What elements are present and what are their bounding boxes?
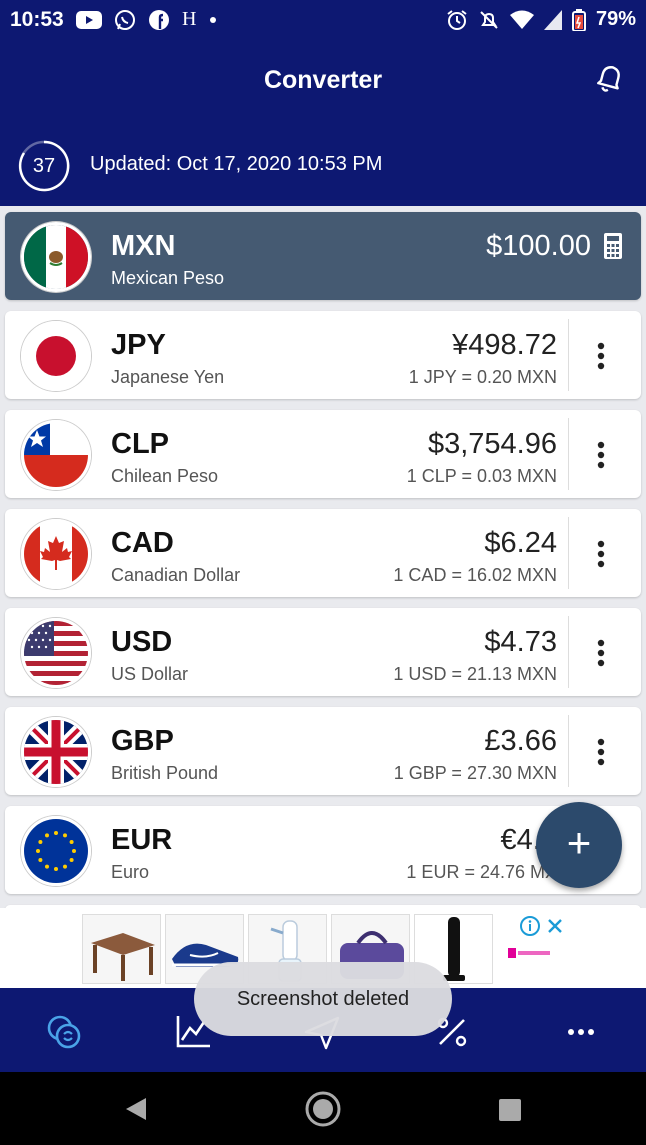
converted-amount[interactable]: $4.73 bbox=[484, 626, 557, 659]
ad-info-icon[interactable] bbox=[520, 916, 540, 936]
divider bbox=[568, 517, 569, 589]
home-icon[interactable] bbox=[304, 1090, 342, 1128]
exchange-rate: 1 GBP = 27.30 MXN bbox=[393, 763, 557, 783]
currency-code: USD bbox=[111, 626, 173, 658]
more-vert-icon[interactable] bbox=[591, 341, 611, 371]
youtube-icon bbox=[76, 10, 102, 29]
h-icon: H bbox=[182, 8, 197, 30]
currency-row-usd[interactable]: USD US Dollar $4.73 1 USD = 21.13 MXN bbox=[5, 608, 641, 696]
chile-flag-icon bbox=[21, 420, 91, 490]
exchange-rate: 1 CLP = 0.03 MXN bbox=[406, 466, 557, 486]
currency-code: CLP bbox=[111, 428, 169, 460]
page-title: Converter bbox=[263, 66, 383, 94]
converted-amount[interactable]: $6.24 bbox=[484, 527, 557, 560]
ad-brand-logo[interactable] bbox=[508, 946, 552, 962]
currency-row-cad[interactable]: CAD Canadian Dollar $6.24 1 CAD = 16.02 … bbox=[5, 509, 641, 597]
converted-amount[interactable]: £3.66 bbox=[484, 725, 557, 758]
notification-icons: H bbox=[76, 8, 218, 31]
alarm-icon bbox=[447, 9, 467, 30]
back-icon[interactable] bbox=[124, 1096, 148, 1122]
eu-flag-icon bbox=[21, 816, 91, 886]
refresh-timer[interactable]: 37 bbox=[18, 140, 70, 192]
facebook-icon bbox=[149, 9, 169, 30]
battery-icon bbox=[571, 8, 586, 31]
currency-row-gbp[interactable]: GBP British Pound £3.66 1 GBP = 27.30 MX… bbox=[5, 707, 641, 795]
canada-flag-icon bbox=[21, 519, 91, 589]
signal-icon bbox=[543, 9, 562, 30]
more-vert-icon[interactable] bbox=[591, 539, 611, 569]
currency-name: Japanese Yen bbox=[111, 367, 225, 387]
currency-code: CAD bbox=[111, 527, 174, 559]
status-bar: 10:53 H 79% bbox=[0, 0, 646, 40]
updated-timestamp: Updated: Oct 17, 2020 10:53 PM bbox=[90, 153, 383, 175]
japan-flag-icon bbox=[21, 321, 91, 391]
currency-code: JPY bbox=[111, 329, 166, 361]
currency-name: Euro bbox=[111, 862, 150, 882]
ad-product-furniture[interactable] bbox=[82, 914, 161, 984]
wifi-icon bbox=[509, 10, 534, 29]
status-time: 10:53 bbox=[10, 8, 64, 31]
currency-row-clp[interactable]: CLP Chilean Peso $3,754.96 1 CLP = 0.03 … bbox=[5, 410, 641, 498]
usa-flag-icon bbox=[21, 618, 91, 688]
calculator-icon[interactable] bbox=[603, 232, 623, 260]
more-vert-icon[interactable] bbox=[591, 737, 611, 767]
currency-row-jpy[interactable]: JPY Japanese Yen ¥498.72 1 JPY = 0.20 MX… bbox=[5, 311, 641, 399]
currency-name: Mexican Peso bbox=[111, 268, 225, 288]
more-vert-icon[interactable] bbox=[591, 638, 611, 668]
currency-code: MXN bbox=[111, 230, 176, 262]
converter-icon[interactable] bbox=[44, 1012, 84, 1052]
app-header: Converter 37 Updated: Oct 17, 2020 10:53… bbox=[0, 40, 646, 206]
bell-icon[interactable] bbox=[594, 62, 624, 96]
exchange-rate: 1 EUR = 24.76 MX bbox=[406, 862, 557, 882]
converted-amount[interactable]: $3,754.96 bbox=[428, 428, 557, 461]
bell-off-icon bbox=[480, 10, 498, 29]
currency-code: EUR bbox=[111, 824, 173, 856]
currency-code: GBP bbox=[111, 725, 174, 757]
exchange-rate: 1 JPY = 0.20 MXN bbox=[408, 367, 557, 387]
divider bbox=[568, 418, 569, 490]
toast-message: Screenshot deleted bbox=[194, 962, 452, 1036]
whatsapp-icon bbox=[115, 9, 135, 30]
system-icons: 79% bbox=[446, 8, 636, 31]
timer-value: 37 bbox=[32, 155, 56, 177]
ad-close-icon[interactable] bbox=[546, 917, 564, 935]
add-currency-button[interactable]: + bbox=[536, 802, 622, 888]
base-amount[interactable]: $100.00 bbox=[486, 230, 591, 263]
recents-icon[interactable] bbox=[498, 1098, 522, 1122]
uk-flag-icon bbox=[21, 717, 91, 787]
more-horiz-icon[interactable] bbox=[561, 1012, 601, 1052]
divider bbox=[568, 319, 569, 391]
currency-name: US Dollar bbox=[111, 664, 189, 684]
base-currency-card[interactable]: MXN Mexican Peso $100.00 bbox=[5, 212, 641, 300]
currency-name: British Pound bbox=[111, 763, 219, 783]
exchange-rate: 1 CAD = 16.02 MXN bbox=[393, 565, 557, 585]
divider bbox=[568, 616, 569, 688]
currency-name: Canadian Dollar bbox=[111, 565, 241, 585]
battery-percent: 79% bbox=[595, 8, 636, 30]
exchange-rate: 1 USD = 21.13 MXN bbox=[393, 664, 557, 684]
dot-icon bbox=[210, 16, 217, 23]
ad-controls[interactable] bbox=[520, 916, 564, 936]
currency-name: Chilean Peso bbox=[111, 466, 219, 486]
converted-amount[interactable]: ¥498.72 bbox=[452, 329, 557, 362]
more-vert-icon[interactable] bbox=[591, 440, 611, 470]
system-navigation-bar bbox=[0, 1072, 646, 1145]
divider bbox=[568, 715, 569, 787]
mexico-flag-icon bbox=[21, 222, 91, 292]
